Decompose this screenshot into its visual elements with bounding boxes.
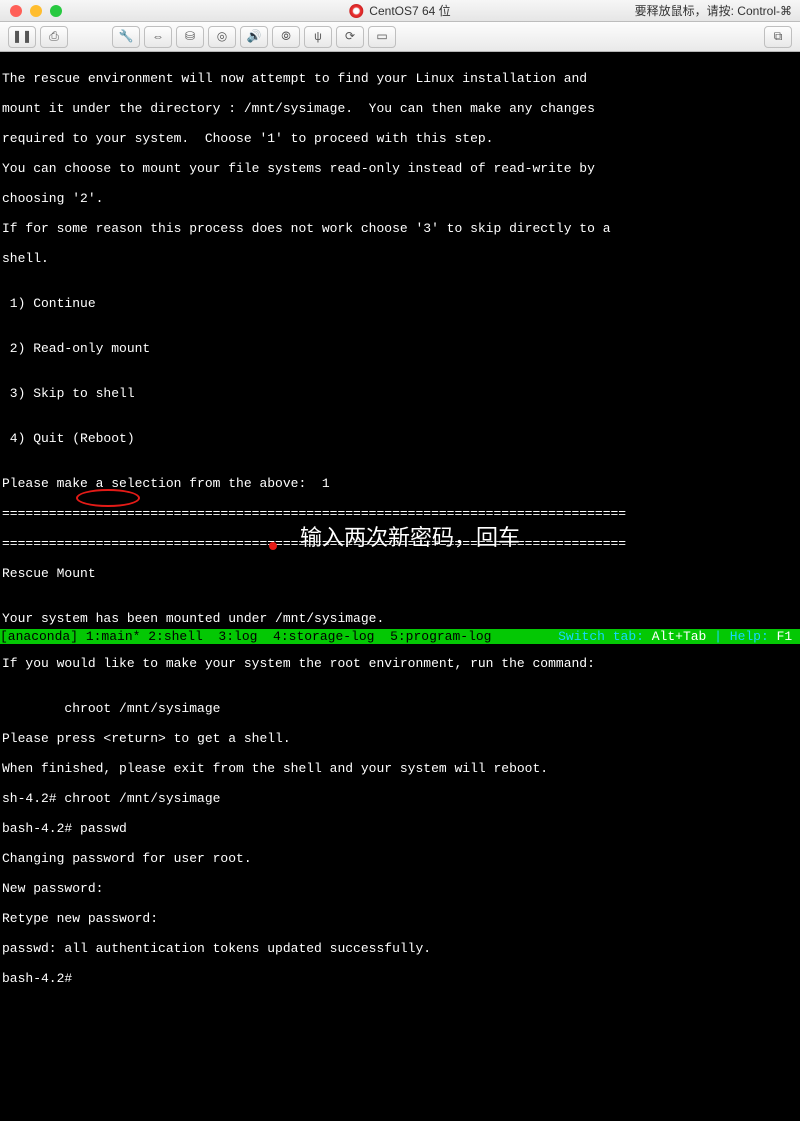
terminal-line: Please press <return> to get a shell. — [2, 731, 798, 746]
terminal-line: bash-4.2# passwd — [2, 821, 798, 836]
anaconda-statusbar: [anaconda] 1:main* 2:shell 3:log 4:stora… — [0, 629, 800, 644]
terminal-line: ========================================… — [2, 536, 798, 551]
sound-button[interactable]: 🔊 — [240, 26, 268, 48]
terminal-line: Rescue Mount — [2, 566, 798, 581]
pause-button[interactable]: ❚❚ — [8, 26, 36, 48]
terminal-line: If for some reason this process does not… — [2, 221, 798, 236]
fullscreen-icon: ⧉ — [774, 30, 783, 44]
camera-icon: ⦾ — [281, 30, 291, 44]
sound-icon: 🔊 — [247, 29, 262, 44]
terminal-line: chroot /mnt/sysimage — [2, 701, 798, 716]
statusbar-left: [anaconda] 1:main* 2:shell 3:log 4:stora… — [0, 629, 550, 644]
wrench-icon: 🔧 — [119, 29, 134, 44]
terminal-line: ========================================… — [2, 506, 798, 521]
terminal-line: You can choose to mount your file system… — [2, 161, 798, 176]
terminal-line: The rescue environment will now attempt … — [2, 71, 798, 86]
traffic-lights — [0, 5, 62, 17]
mouse-release-hint: 要释放鼠标，请按: Control-⌘ — [635, 2, 792, 19]
vm-toolbar: ❚❚ ⎙ 🔧 ⇔ ⛁ ◎ 🔊 ⦾ ψ ⟳ ▭ ⧉ — [0, 22, 800, 52]
view-group: ⧉ — [764, 26, 792, 48]
cd-icon: ◎ — [217, 29, 227, 44]
terminal-line: mount it under the directory : /mnt/sysi… — [2, 101, 798, 116]
statusbar-right: Switch tab: Alt+Tab | Help: F1 — [550, 629, 800, 644]
disc-icon — [349, 4, 363, 18]
fullscreen-button[interactable]: ⧉ — [764, 26, 792, 48]
monitor-icon: ▭ — [376, 29, 387, 44]
annotation-ellipse — [76, 489, 140, 507]
display-button[interactable]: ▭ — [368, 26, 396, 48]
terminal-line: Retype new password: — [2, 911, 798, 926]
terminal-line: 3) Skip to shell — [2, 386, 798, 401]
network-button[interactable]: ⇔ — [144, 26, 172, 48]
zoom-icon[interactable] — [50, 5, 62, 17]
terminal-line: New password: — [2, 881, 798, 896]
terminal-line: choosing '2'. — [2, 191, 798, 206]
network-icon: ⇔ — [154, 30, 161, 44]
snapshot-icon: ⎙ — [49, 30, 59, 44]
pause-icon: ❚❚ — [12, 29, 32, 44]
terminal-line: 2) Read-only mount — [2, 341, 798, 356]
usb-button[interactable]: ψ — [304, 26, 332, 48]
terminal-line: 4) Quit (Reboot) — [2, 431, 798, 446]
window-titlebar: CentOS7 64 位 要释放鼠标，请按: Control-⌘ — [0, 0, 800, 22]
settings-button[interactable]: 🔧 — [112, 26, 140, 48]
terminal-line: Your system has been mounted under /mnt/… — [2, 611, 798, 626]
playback-group: ❚❚ ⎙ — [8, 26, 68, 48]
cd-button[interactable]: ◎ — [208, 26, 236, 48]
camera-button[interactable]: ⦾ — [272, 26, 300, 48]
minimize-icon[interactable] — [30, 5, 42, 17]
close-icon[interactable] — [10, 5, 22, 17]
terminal-viewport[interactable]: The rescue environment will now attempt … — [0, 52, 800, 644]
hdd-icon: ⛁ — [185, 29, 195, 44]
terminal-line: When finished, please exit from the shel… — [2, 761, 798, 776]
terminal-line: shell. — [2, 251, 798, 266]
hdd-button[interactable]: ⛁ — [176, 26, 204, 48]
window-title: CentOS7 64 位 — [349, 2, 450, 19]
terminal-line: passwd: all authentication tokens update… — [2, 941, 798, 956]
usb-icon: ψ — [314, 30, 321, 44]
sync-button[interactable]: ⟳ — [336, 26, 364, 48]
terminal-line: Please make a selection from the above: … — [2, 476, 798, 491]
terminal-line: bash-4.2# — [2, 971, 798, 986]
sync-icon: ⟳ — [345, 29, 355, 44]
terminal-line: required to your system. Choose '1' to p… — [2, 131, 798, 146]
devices-group: 🔧 ⇔ ⛁ ◎ 🔊 ⦾ ψ ⟳ ▭ — [112, 26, 396, 48]
window-title-text: CentOS7 64 位 — [369, 2, 450, 19]
terminal-line: sh-4.2# chroot /mnt/sysimage — [2, 791, 798, 806]
terminal-line: If you would like to make your system th… — [2, 656, 798, 671]
terminal-line: 1) Continue — [2, 296, 798, 311]
snapshot-button[interactable]: ⎙ — [40, 26, 68, 48]
terminal-line: Changing password for user root. — [2, 851, 798, 866]
